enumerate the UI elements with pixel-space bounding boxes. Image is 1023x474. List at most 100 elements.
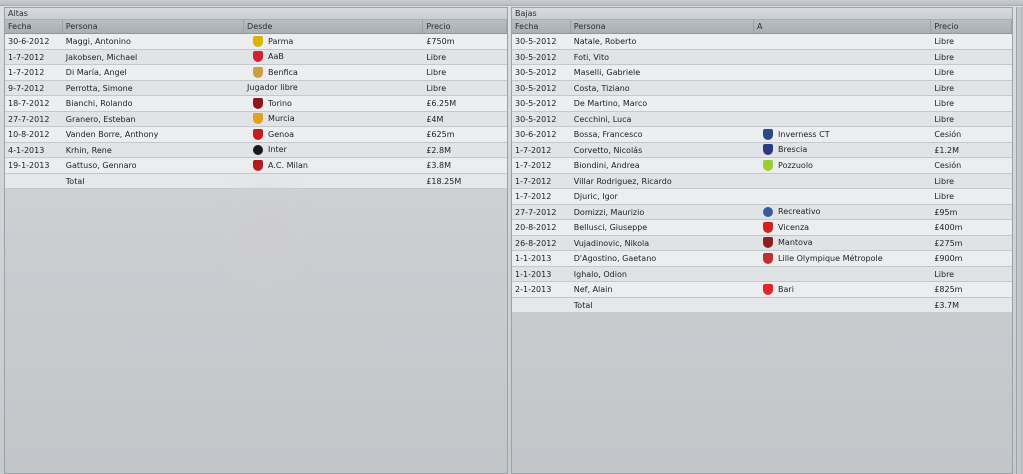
table-row[interactable]: 1-7-2012 Djuric, Igor Libre bbox=[512, 189, 1012, 205]
player-name-link[interactable]: Domizzi, Maurizio bbox=[571, 205, 754, 220]
player-name-link[interactable]: Krhin, Rene bbox=[63, 143, 244, 158]
table-row[interactable]: 30-5-2012 Natale, Roberto Libre bbox=[512, 34, 1012, 50]
player-name-link[interactable]: Granero, Esteban bbox=[63, 112, 244, 127]
column-header-desde[interactable]: Desde bbox=[244, 20, 424, 33]
club-name-link[interactable]: AaB bbox=[268, 50, 284, 65]
club-cell[interactable] bbox=[754, 267, 931, 282]
player-name-link[interactable]: D'Agostino, Gaetano bbox=[571, 251, 754, 266]
club-cell[interactable]: Jugador libre bbox=[244, 81, 423, 96]
club-cell[interactable]: Genoa bbox=[244, 127, 423, 142]
player-name-link[interactable]: Natale, Roberto bbox=[571, 34, 754, 49]
player-name-link[interactable]: Gattuso, Gennaro bbox=[63, 158, 244, 173]
table-row[interactable]: 1-7-2012 Di María, Angel Benfica Libre bbox=[5, 65, 507, 81]
column-header-precio[interactable]: Precio bbox=[931, 20, 1013, 33]
table-row[interactable]: 19-1-2013 Gattuso, Gennaro A.C. Milan £3.8M bbox=[5, 158, 507, 174]
club-cell[interactable]: Recreativo bbox=[754, 205, 931, 220]
club-cell[interactable]: Murcia bbox=[244, 112, 423, 127]
table-row[interactable]: 30-5-2012 Cecchini, Luca Libre bbox=[512, 111, 1012, 127]
club-name-link[interactable]: Mantova bbox=[778, 236, 813, 251]
club-cell[interactable]: Torino bbox=[244, 96, 423, 111]
table-row[interactable]: 18-7-2012 Bianchi, Rolando Torino £6.25M bbox=[5, 96, 507, 112]
club-cell[interactable] bbox=[754, 34, 931, 49]
column-header-a[interactable]: A bbox=[754, 20, 932, 33]
player-name-link[interactable]: Jakobsen, Michael bbox=[63, 50, 244, 65]
club-name-link[interactable]: Inter bbox=[268, 143, 287, 158]
player-name-link[interactable]: Vujadinovic, Nikola bbox=[571, 236, 754, 251]
player-name-link[interactable]: Cecchini, Luca bbox=[571, 112, 754, 127]
table-row[interactable]: 9-7-2012 Perrotta, Simone Jugador libre Lib… bbox=[5, 80, 507, 96]
club-name-link[interactable]: Jugador libre bbox=[247, 81, 298, 96]
player-name-link[interactable]: Di María, Angel bbox=[63, 65, 244, 80]
player-name-link[interactable]: Corvetto, Nicolás bbox=[571, 143, 754, 158]
club-cell[interactable]: Mantova bbox=[754, 236, 931, 251]
column-header-persona[interactable]: Persona bbox=[571, 20, 755, 33]
table-row[interactable]: 27-7-2012 Domizzi, Maurizio Recreativo £95m bbox=[512, 204, 1012, 220]
club-cell[interactable]: Parma bbox=[244, 34, 423, 49]
player-name-link[interactable]: Maggi, Antonino bbox=[63, 34, 244, 49]
club-name-link[interactable]: Torino bbox=[268, 96, 292, 111]
club-name-link[interactable]: Recreativo bbox=[778, 205, 820, 220]
club-cell[interactable]: Lille Olympique Métropole bbox=[754, 251, 931, 266]
column-header-fecha[interactable]: Fecha bbox=[5, 20, 63, 33]
column-header-persona[interactable]: Persona bbox=[63, 20, 245, 33]
player-name-link[interactable]: Bianchi, Rolando bbox=[63, 96, 244, 111]
player-name-link[interactable]: Vanden Borre, Anthony bbox=[63, 127, 244, 142]
table-row[interactable]: 26-8-2012 Vujadinovic, Nikola Mantova £275m bbox=[512, 235, 1012, 251]
table-row[interactable]: 30-5-2012 Foti, Vito Libre bbox=[512, 49, 1012, 65]
club-cell[interactable]: AaB bbox=[244, 50, 423, 65]
club-name-link[interactable]: Murcia bbox=[268, 112, 295, 127]
column-header-precio[interactable]: Precio bbox=[423, 20, 507, 33]
club-cell[interactable] bbox=[754, 81, 931, 96]
player-name-link[interactable]: Costa, Tiziano bbox=[571, 81, 754, 96]
club-name-link[interactable]: A.C. Milan bbox=[268, 158, 308, 173]
player-name-link[interactable]: Perrotta, Simone bbox=[63, 81, 244, 96]
club-name-link[interactable]: Genoa bbox=[268, 127, 294, 142]
player-name-link[interactable]: Nef, Alain bbox=[571, 282, 754, 297]
club-cell[interactable]: Bari bbox=[754, 282, 931, 297]
table-row[interactable]: 1-7-2012 Corvetto, Nicolás Brescia £1.2M bbox=[512, 142, 1012, 158]
player-name-link[interactable]: Villar Rodriguez, Ricardo bbox=[571, 174, 754, 189]
club-name-link[interactable]: Vicenza bbox=[778, 220, 809, 235]
table-row[interactable]: 1-7-2012 Biondini, Andrea Pozzuolo Cesión bbox=[512, 158, 1012, 174]
table-row[interactable]: 30-6-2012 Maggi, Antonino Parma £750m bbox=[5, 34, 507, 50]
club-cell[interactable] bbox=[754, 65, 931, 80]
table-row[interactable]: 2-1-2013 Nef, Alain Bari £825m bbox=[512, 282, 1012, 298]
table-row[interactable]: 10-8-2012 Vanden Borre, Anthony Genoa £625m bbox=[5, 127, 507, 143]
player-name-link[interactable]: Ighalo, Odion bbox=[571, 267, 754, 282]
table-row[interactable]: 1-7-2012 Villar Rodriguez, Ricardo Libre bbox=[512, 173, 1012, 189]
club-cell[interactable]: Brescia bbox=[754, 143, 931, 158]
column-header-fecha[interactable]: Fecha bbox=[512, 20, 571, 33]
player-name-link[interactable]: Djuric, Igor bbox=[571, 189, 754, 204]
club-cell[interactable]: Inter bbox=[244, 143, 423, 158]
player-name-link[interactable]: Bossa, Francesco bbox=[571, 127, 754, 142]
club-cell[interactable] bbox=[754, 189, 931, 204]
table-row[interactable]: 30-5-2012 De Martino, Marco Libre bbox=[512, 96, 1012, 112]
club-name-link[interactable]: Parma bbox=[268, 34, 293, 49]
table-row[interactable]: 27-7-2012 Granero, Esteban Murcia £4M bbox=[5, 111, 507, 127]
club-name-link[interactable]: Bari bbox=[778, 282, 794, 297]
table-row[interactable]: 20-8-2012 Bellusci, Giuseppe Vicenza £400m bbox=[512, 220, 1012, 236]
player-name-link[interactable]: Maselli, Gabriele bbox=[571, 65, 754, 80]
player-name-link[interactable]: De Martino, Marco bbox=[571, 96, 754, 111]
table-row[interactable]: 30-5-2012 Costa, Tiziano Libre bbox=[512, 80, 1012, 96]
table-row[interactable]: 1-7-2012 Jakobsen, Michael AaB Libre bbox=[5, 49, 507, 65]
club-cell[interactable]: Benfica bbox=[244, 65, 423, 80]
club-name-link[interactable]: Lille Olympique Métropole bbox=[778, 251, 883, 266]
club-cell[interactable] bbox=[754, 96, 931, 111]
club-name-link[interactable]: Pozzuolo bbox=[778, 158, 813, 173]
club-cell[interactable]: Vicenza bbox=[754, 220, 931, 235]
player-name-link[interactable]: Foti, Vito bbox=[571, 50, 754, 65]
club-cell[interactable] bbox=[754, 112, 931, 127]
player-name-link[interactable]: Biondini, Andrea bbox=[571, 158, 754, 173]
player-name-link[interactable]: Bellusci, Giuseppe bbox=[571, 220, 754, 235]
table-row[interactable]: 30-6-2012 Bossa, Francesco Inverness CT Ces… bbox=[512, 127, 1012, 143]
club-name-link[interactable]: Brescia bbox=[778, 143, 807, 158]
club-cell[interactable] bbox=[754, 50, 931, 65]
club-cell[interactable] bbox=[754, 174, 931, 189]
table-row[interactable]: 30-5-2012 Maselli, Gabriele Libre bbox=[512, 65, 1012, 81]
club-cell[interactable]: A.C. Milan bbox=[244, 158, 423, 173]
table-row[interactable]: 1-1-2013 Ighalo, Odion Libre bbox=[512, 266, 1012, 282]
club-name-link[interactable]: Inverness CT bbox=[778, 127, 830, 142]
table-row[interactable]: 1-1-2013 D'Agostino, Gaetano Lille Olympiq… bbox=[512, 251, 1012, 267]
club-cell[interactable]: Inverness CT bbox=[754, 127, 931, 142]
